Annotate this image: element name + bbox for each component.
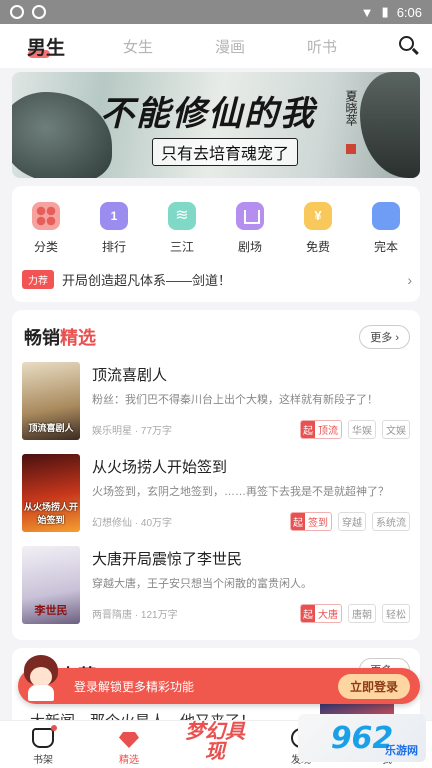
book-meta: 两晋隋唐 · 121万字 [92,610,178,621]
nav-bookshelf[interactable]: 书架 [0,721,86,768]
tab-male[interactable]: 男生 [0,33,92,60]
bottom-nav: 书架 精选 梦幻具现 发现 我 962 乐游网 [0,714,432,768]
category-label: 免费 [305,240,330,254]
primary-tag: 起大唐 [300,604,342,623]
coin-icon: ¥ [304,202,332,230]
gem-icon [119,732,139,748]
book-cover: 李世民 [22,546,80,624]
book-title: 大唐开局震惊了李世民 [92,551,243,568]
nav-label: 精选 [119,755,139,766]
top-tab-bar: 男生 女生 漫画 听书 [0,24,432,68]
chevron-right-icon: › [407,271,412,288]
book-meta: 幻想修仙 · 40万字 [92,518,173,529]
mascot-avatar [20,655,62,703]
category-classify[interactable]: 分类 [12,202,80,255]
tab-label: 漫画 [214,38,245,56]
nav-dream[interactable]: 梦幻具现 [172,721,258,768]
recommend-tag: 力荐 [22,270,54,289]
wifi-icon: ▼ [360,4,374,20]
theater-icon [236,202,264,230]
bookshelf-icon [32,725,57,748]
login-message: 登录解锁更多精彩功能 [74,679,195,694]
book-cover: 顶流喜剧人 [22,362,80,440]
dream-logo: 梦幻具现 [185,721,245,763]
site-watermark: 962 乐游网 [298,714,426,762]
category-sanjiang[interactable]: 三江 [148,202,216,255]
category-completed[interactable]: 完本 [352,202,420,255]
category-label: 剧场 [237,240,262,254]
battery-icon: ▮ [381,4,389,19]
status-bar: ▼ ▮ 6:06 [0,0,432,24]
banner-title: 不能修仙的我 [100,94,316,134]
banner-art [12,92,112,178]
primary-tag: 起签到 [290,512,332,531]
banner-art [360,72,420,178]
genre-tag: 文娱 [382,420,410,439]
category-label: 分类 [33,240,58,254]
notification-icon [32,5,46,19]
waves-icon [168,202,196,230]
nav-label: 书架 [33,755,53,766]
banner-author: 夏晓萃 [344,90,358,126]
seal-stamp [346,144,356,154]
primary-tag: 起顶流 [300,420,342,439]
book-item[interactable]: 顶流喜剧人 顶流喜剧人 粉丝：我们巴不得秦川台上出个大糗，这样就有新段子了！ 娱… [22,362,410,454]
tab-comics[interactable]: 漫画 [184,36,276,57]
category-ranking[interactable]: 1 排行 [80,202,148,255]
category-theater[interactable]: 剧场 [216,202,284,255]
book-desc: 火场签到，玄阴之地签到，……再签下去我是不是就超神了？ [92,486,389,498]
category-card: 分类 1 排行 三江 剧场 ¥ 免费 完本 力荐 开局创造超凡体系——剑道！ › [12,186,420,302]
tab-label: 女生 [122,38,153,56]
book-icon [372,202,400,230]
nav-featured[interactable]: 精选 [86,721,172,768]
genre-tag: 轻松 [382,604,410,623]
status-time: 6:06 [396,4,422,20]
genre-tag: 华娱 [348,420,376,439]
notification-icon [10,5,24,19]
tab-audiobook[interactable]: 听书 [276,36,368,57]
search-icon[interactable] [398,35,420,57]
ranking-icon: 1 [100,202,128,230]
book-meta: 娱乐明星 · 77万字 [92,426,173,437]
category-label: 完本 [373,240,398,254]
login-prompt-bar[interactable]: 登录解锁更多精彩功能 立即登录 [18,655,420,704]
section-title: 畅销精选 [24,328,96,348]
bestseller-section: 畅销精选 更多 › 顶流喜剧人 顶流喜剧人 粉丝：我们巴不得秦川台上出个大糗，这… [12,310,420,640]
category-free[interactable]: ¥ 免费 [284,202,352,255]
tab-label: 听书 [306,38,337,56]
genre-tag: 系统流 [372,512,410,531]
book-cover: 从火场捞人开始签到 [22,454,80,532]
category-label: 排行 [101,240,126,254]
promo-banner[interactable]: 不能修仙的我 只有去培育魂宠了 夏晓萃 [12,72,420,178]
book-title: 从火场捞人开始签到 [92,459,228,476]
book-item[interactable]: 李世民 大唐开局震惊了李世民 穿越大唐，王子安只想当个闲散的富贵闲人。 两晋隋唐… [22,546,410,638]
book-desc: 粉丝：我们巴不得秦川台上出个大糗，这样就有新段子了！ [92,394,378,406]
notice-text: 开局创造超凡体系——剑道！ [62,273,232,288]
grid-icon [32,202,60,230]
login-button[interactable]: 立即登录 [337,673,410,699]
tab-label: 男生 [26,37,65,59]
book-title: 顶流喜剧人 [92,367,168,384]
banner-subtitle: 只有去培育魂宠了 [152,138,299,166]
category-label: 三江 [169,240,194,254]
book-item[interactable]: 从火场捞人开始签到 从火场捞人开始签到 火场签到，玄阴之地签到，……再签下去我是… [22,454,410,546]
genre-tag: 穿越 [338,512,366,531]
book-desc: 穿越大唐，王子安只想当个闲散的富贵闲人。 [92,578,312,590]
genre-tag: 唐朝 [348,604,376,623]
tab-female[interactable]: 女生 [92,36,184,57]
more-button[interactable]: 更多 › [359,325,410,349]
recommend-notice[interactable]: 力荐 开局创造超凡体系——剑道！ › [22,270,412,289]
